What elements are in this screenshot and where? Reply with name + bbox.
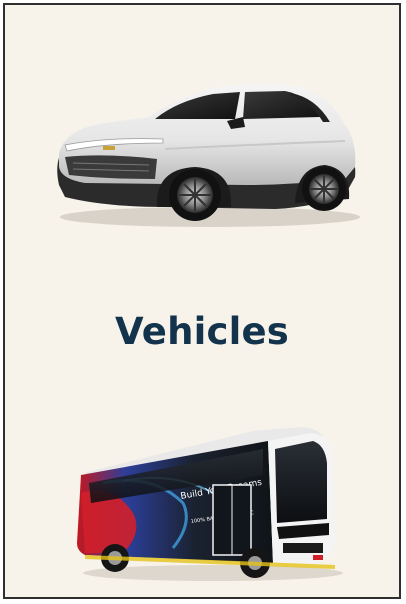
electric-bus-image: Build Your Dreams 100% BATTERY ELECTRIC (63, 423, 363, 588)
electric-suv-image (45, 67, 365, 237)
vehicles-card[interactable]: Vehicles Build 100% (3, 3, 401, 599)
electric-bus-icon: Build Your Dreams 100% BATTERY ELECTRIC (77, 427, 343, 581)
card-title: Vehicles (114, 310, 290, 353)
electric-suv-icon (57, 84, 360, 227)
